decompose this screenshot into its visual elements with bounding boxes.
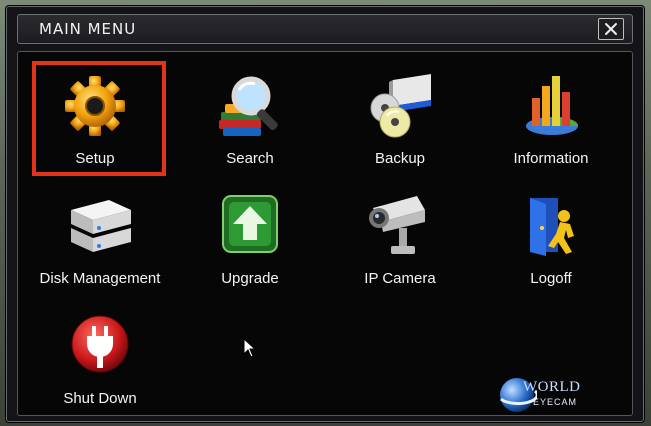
menu-item-label: IP Camera: [364, 270, 436, 287]
backup-discs-icon: [370, 74, 431, 138]
menu-item-ip-camera[interactable]: IP Camera: [325, 186, 475, 296]
logoff-door-icon: [530, 198, 574, 256]
close-button[interactable]: [598, 18, 624, 40]
menu-item-label: Search: [226, 150, 274, 167]
camera-icon: [369, 196, 425, 254]
menu-grid: Setup Search Backup Information Disk Man…: [17, 51, 633, 416]
menu-item-label: Setup: [75, 150, 115, 167]
magnifier-books-icon: [219, 76, 278, 136]
menu-item-label: Logoff: [530, 270, 572, 287]
menu-item-search[interactable]: Search: [175, 66, 325, 176]
title-bar: MAIN MENU: [17, 14, 633, 44]
logo-eyecam-text: EYECAM: [533, 397, 578, 407]
power-plug-icon: [71, 315, 129, 373]
world-eyecam-logo: WORLD EYECAM: [497, 373, 607, 417]
bar-chart-icon: [526, 76, 579, 135]
window-title: MAIN MENU: [39, 20, 137, 38]
menu-item-label: Disk Management: [39, 270, 161, 287]
menu-item-label: Shut Down: [63, 390, 137, 407]
menu-item-label: Information: [513, 150, 589, 167]
menu-item-upgrade[interactable]: Upgrade: [175, 186, 325, 296]
main-menu-window: MAIN MENU Setup Search Backup Informatio…: [6, 6, 644, 422]
menu-item-backup[interactable]: Backup: [325, 66, 475, 176]
upgrade-arrow-icon: [222, 195, 278, 253]
close-icon: [605, 23, 617, 35]
menu-item-logoff[interactable]: Logoff: [476, 186, 626, 296]
menu-item-label: Backup: [374, 150, 426, 167]
hard-disk-icon: [71, 200, 131, 252]
menu-item-information[interactable]: Information: [476, 66, 626, 176]
mouse-cursor-icon: [243, 338, 257, 358]
menu-item-shut-down[interactable]: Shut Down: [25, 306, 175, 416]
logo-world-text: WORLD: [523, 379, 581, 395]
gear-icon: [65, 76, 125, 136]
menu-item-disk-management[interactable]: Disk Management: [25, 186, 175, 296]
menu-item-label: Upgrade: [221, 270, 279, 287]
menu-item-setup[interactable]: Setup: [20, 66, 170, 176]
